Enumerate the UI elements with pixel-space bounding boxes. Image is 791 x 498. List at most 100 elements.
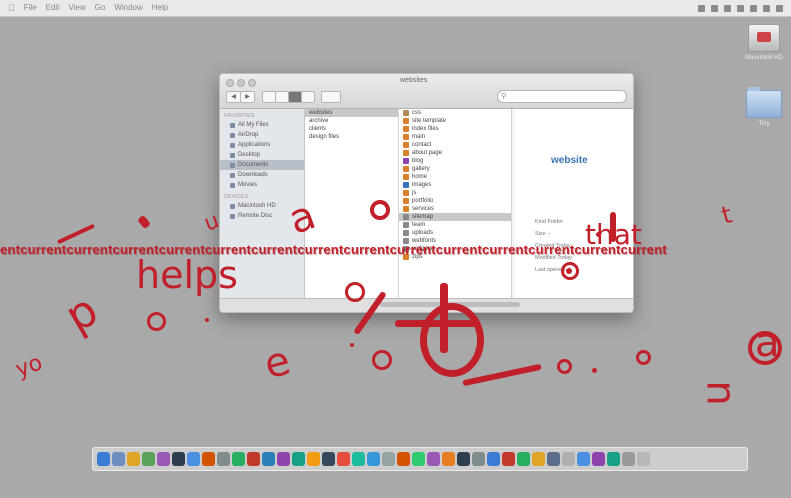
dock-app-icon[interactable]	[97, 452, 110, 466]
column-row[interactable]: services	[399, 205, 511, 213]
view-cover-flow-button[interactable]	[301, 91, 315, 103]
dock-app-icon[interactable]	[637, 452, 650, 466]
sidebar-item-selected[interactable]: Documents	[220, 160, 304, 170]
arrange-button[interactable]	[321, 91, 341, 103]
column-row[interactable]: images	[399, 181, 511, 189]
volume-icon[interactable]	[737, 4, 744, 12]
column-row[interactable]: webfonts	[399, 237, 511, 245]
apple-menu-icon[interactable]: 	[8, 3, 15, 13]
dock-app-icon[interactable]	[307, 452, 320, 466]
dock-app-icon[interactable]	[562, 452, 575, 466]
menu-help[interactable]: Help	[152, 3, 168, 13]
column-row[interactable]: about page	[399, 149, 511, 157]
dock-app-icon[interactable]	[547, 452, 560, 466]
column-row[interactable]: design files	[305, 133, 398, 141]
sidebar-item[interactable]: Downloads	[220, 170, 304, 180]
desktop-icon-folder[interactable]: Tiny	[742, 87, 786, 127]
dock-app-icon[interactable]	[622, 452, 635, 466]
minimize-window-icon[interactable]	[237, 79, 245, 87]
column-row[interactable]: zips	[399, 253, 511, 261]
sidebar-item[interactable]: Remote Disc	[220, 211, 304, 221]
dock-app-icon[interactable]	[577, 452, 590, 466]
dock-app-icon[interactable]	[187, 452, 200, 466]
dock-app-icon[interactable]	[262, 452, 275, 466]
column-row[interactable]: home	[399, 173, 511, 181]
sidebar-item[interactable]: Movies	[220, 180, 304, 190]
dock-app-icon[interactable]	[517, 452, 530, 466]
status-icon[interactable]	[711, 4, 718, 12]
desktop-icon-hard-drive[interactable]: Macintosh HD	[742, 24, 786, 61]
battery-icon[interactable]	[750, 4, 757, 12]
search-field[interactable]: ⚲	[497, 90, 627, 103]
dock-app-icon[interactable]	[232, 452, 245, 466]
dock-app-icon[interactable]	[427, 452, 440, 466]
dock-app-icon[interactable]	[202, 452, 215, 466]
spotlight-icon[interactable]	[776, 4, 783, 12]
dock-app-icon[interactable]	[502, 452, 515, 466]
column-row[interactable]: archive	[305, 117, 398, 125]
view-icon-button[interactable]	[262, 91, 276, 103]
file-icon	[403, 158, 409, 164]
dock-app-icon[interactable]	[142, 452, 155, 466]
clock-icon[interactable]	[763, 4, 770, 12]
sidebar-item[interactable]: Macintosh HD	[220, 201, 304, 211]
status-icon[interactable]	[698, 4, 705, 12]
menu-file[interactable]: File	[24, 3, 37, 13]
column-row[interactable]: blog	[399, 157, 511, 165]
dock-app-icon[interactable]	[442, 452, 455, 466]
finder-titlebar[interactable]: websites ◀ ▶ ⚲	[220, 74, 633, 109]
back-button[interactable]: ◀	[226, 91, 241, 103]
view-column-button[interactable]	[288, 91, 302, 103]
column-row[interactable]: js	[399, 189, 511, 197]
dock-app-icon[interactable]	[592, 452, 605, 466]
menu-edit[interactable]: Edit	[46, 3, 60, 13]
dock-app-icon[interactable]	[412, 452, 425, 466]
dock-app-icon[interactable]	[532, 452, 545, 466]
dock-app-icon[interactable]	[367, 452, 380, 466]
dock-app-icon[interactable]	[352, 452, 365, 466]
column-row[interactable]: site template	[399, 117, 511, 125]
dock-app-icon[interactable]	[277, 452, 290, 466]
hard-drive-icon	[748, 24, 780, 52]
sidebar-item[interactable]: All My Files	[220, 120, 304, 130]
dock-app-icon[interactable]	[472, 452, 485, 466]
column-row-selected[interactable]: sitemap	[399, 213, 511, 221]
dock-app-icon[interactable]	[127, 452, 140, 466]
dock-app-icon[interactable]	[292, 452, 305, 466]
column-row[interactable]: team	[399, 221, 511, 229]
column-row[interactable]: uploads	[399, 229, 511, 237]
dock-app-icon[interactable]	[397, 452, 410, 466]
forward-button[interactable]: ▶	[240, 91, 255, 103]
dock-app-icon[interactable]	[607, 452, 620, 466]
column-row[interactable]: clients	[305, 125, 398, 133]
column-row[interactable]: gallery	[399, 165, 511, 173]
dock-app-icon[interactable]	[457, 452, 470, 466]
menu-view[interactable]: View	[68, 3, 85, 13]
dock-app-icon[interactable]	[112, 452, 125, 466]
sidebar-item[interactable]: Desktop	[220, 150, 304, 160]
column-row[interactable]: css	[399, 109, 511, 117]
dock-app-icon[interactable]	[382, 452, 395, 466]
dock-app-icon[interactable]	[247, 452, 260, 466]
column-row[interactable]: index files	[399, 125, 511, 133]
column-row-selected[interactable]: websites	[305, 109, 398, 117]
wifi-icon[interactable]	[724, 4, 731, 12]
sidebar-item[interactable]: AirDrop	[220, 130, 304, 140]
dock-app-icon[interactable]	[322, 452, 335, 466]
dock-app-icon[interactable]	[217, 452, 230, 466]
column-row[interactable]: widgets	[399, 245, 511, 253]
dock-app-icon[interactable]	[487, 452, 500, 466]
close-window-icon[interactable]	[226, 79, 234, 87]
dock-app-icon[interactable]	[157, 452, 170, 466]
menu-window[interactable]: Window	[114, 3, 142, 13]
sidebar-item[interactable]: Applications	[220, 140, 304, 150]
zoom-window-icon[interactable]	[248, 79, 256, 87]
view-list-button[interactable]	[275, 91, 289, 103]
menu-go[interactable]: Go	[95, 3, 106, 13]
horizontal-scrollbar[interactable]	[380, 302, 520, 307]
column-row[interactable]: contact	[399, 141, 511, 149]
column-row[interactable]: main	[399, 133, 511, 141]
dock-app-icon[interactable]	[172, 452, 185, 466]
column-row[interactable]: portfolio	[399, 197, 511, 205]
dock-app-icon[interactable]	[337, 452, 350, 466]
